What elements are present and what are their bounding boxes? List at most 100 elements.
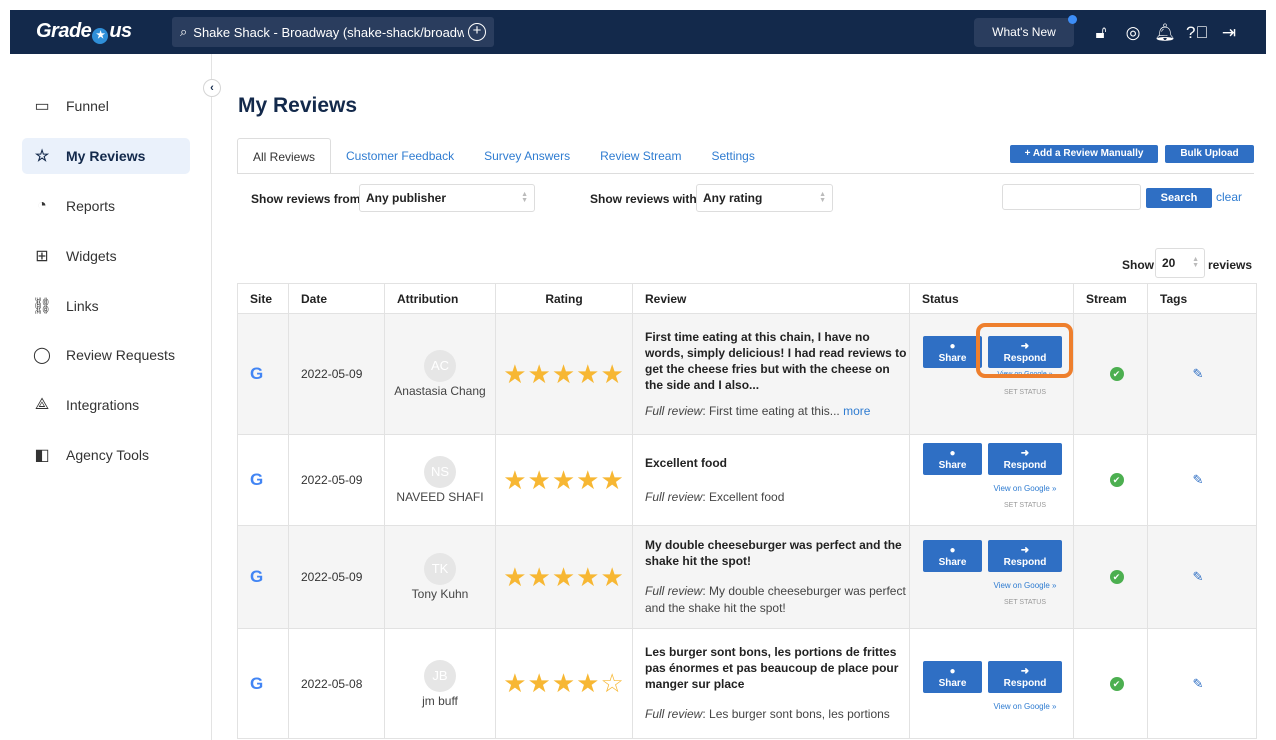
sidebar-item-label: Review Requests [66,347,175,363]
sidebar-item-label: Links [66,298,99,314]
sidebar-item-integrations[interactable]: ⟁ Integrations [22,387,190,423]
review-date: 2022-05-09 [301,570,363,584]
header-stream[interactable]: Stream [1073,283,1148,314]
respond-button[interactable]: ➜ Respond [988,661,1062,693]
respond-button[interactable]: ➜ Respond [988,443,1062,475]
google-icon: G [250,364,264,383]
status-cell: ● Share ➜ Respond View on Google » [909,628,1074,739]
publisher-select[interactable]: Any publisher ▲ ▼ [359,184,535,212]
business-selector[interactable]: ⌕ Shake Shack - Broadway (shake-shack/br… [172,17,494,47]
header-status[interactable]: Status [909,283,1074,314]
unlock-icon[interactable]: 🔓︎ [1090,22,1112,44]
top-icons: 🔓︎ ◎ 🔔︎ ?⃝ ⇥ [1090,22,1240,44]
review-title: My double cheeseburger was perfect and t… [645,538,902,568]
search-icon: ⌕ [180,24,188,39]
header-tags[interactable]: Tags [1147,283,1257,314]
business-name: Shake Shack - Broadway (shake-shack/broa… [193,24,464,40]
tab-settings[interactable]: Settings [696,138,769,174]
bell-icon[interactable]: 🔔︎ [1154,22,1176,44]
sidebar-item-label: Funnel [66,98,109,114]
header-site[interactable]: Site [237,283,289,314]
help-icon[interactable]: ?⃝ [1186,22,1208,44]
sidebar-item-review-requests[interactable]: ◯ Review Requests [22,337,190,373]
share-button[interactable]: ● Share [923,661,982,693]
respond-button[interactable]: ➜ Respond [988,540,1062,572]
set-status-link[interactable]: SET STATUS [988,502,1062,509]
avatar: NS [424,456,456,488]
sidebar-item-agency-tools[interactable]: ◧ Agency Tools [22,437,190,473]
reviewer-name: Anastasia Chang [394,384,486,398]
stream-check-icon: ✔ [1109,367,1124,381]
integrations-icon: ⟁ [34,396,50,413]
select-arrows-icon: ▲ ▼ [521,191,528,204]
rating-select[interactable]: Any rating ▲ ▼ [696,184,833,212]
view-on-google-link[interactable]: View on Google » [988,702,1062,711]
share-button[interactable]: ● Share [923,443,982,475]
add-business-icon[interactable]: + [468,23,486,41]
tab-all-reviews[interactable]: All Reviews [237,138,332,174]
sidebar-item-links[interactable]: ⛓︎ Links [22,288,190,324]
gradeus-logo[interactable]: Grade ★ us [10,20,172,44]
add-review-manually-button[interactable]: + Add a Review Manually [1010,145,1158,163]
review-text: Excellent food Full review: Excellent fo… [632,434,910,526]
header-date[interactable]: Date [288,283,385,314]
review-text: Les burger sont bons, les portions de fr… [632,628,910,739]
sidebar-item-label: Reports [66,198,116,214]
review-attribution: AC Anastasia Chang [384,313,496,435]
view-on-google-link[interactable]: View on Google » [988,581,1062,590]
sidebar-item-reports[interactable]: ◔ Reports [22,188,190,224]
share-button[interactable]: ● Share [923,336,982,368]
select-arrows-icon: ▲ ▼ [1192,256,1199,269]
whats-new-button[interactable]: What's New [974,15,1077,47]
sidebar-item-funnel[interactable]: ▭ Funnel [22,88,190,124]
collapse-sidebar-icon[interactable]: ‹ [203,79,221,97]
logo-star-icon: ★ [92,28,109,44]
sidebar-item-widgets[interactable]: ⊞ Widgets [22,238,190,274]
full-review: Full review: My double cheeseburger was … [645,584,906,615]
set-status-link[interactable]: SET STATUS [988,599,1062,606]
edit-tags-icon[interactable]: ✎ [1140,569,1256,585]
review-attribution: NS NAVEED SHAFI [384,434,496,526]
header-review[interactable]: Review [632,283,910,314]
header-rating[interactable]: Rating [495,283,633,314]
clock-icon: ● [949,666,956,677]
bulk-upload-button[interactable]: Bulk Upload [1165,145,1254,163]
table-row: G 2022-05-08 JB jm buff ★★★★☆ Les burger… [237,628,1257,739]
set-status-link[interactable]: SET STATUS [988,389,1062,396]
arrow-circle-icon: ➜ [1020,666,1030,677]
edit-tags-icon[interactable]: ✎ [1140,472,1256,488]
clear-link[interactable]: clear [1216,190,1242,204]
reviews-label: reviews [1208,258,1253,272]
star-rating: ★★★★★ [495,313,633,435]
star-icon: ★★★★★ [503,561,625,592]
select-arrows-icon: ▲ ▼ [819,191,826,204]
view-on-google-link[interactable]: View on Google » [988,484,1062,493]
user-account-icon[interactable]: ◎ [1122,22,1144,44]
edit-tags-icon[interactable]: ✎ [1140,676,1256,692]
review-text: My double cheeseburger was perfect and t… [632,525,910,629]
header-attribution[interactable]: Attribution [384,283,496,314]
stream-check-icon: ✔ [1109,570,1124,584]
more-link[interactable]: more [843,404,870,418]
review-attribution: JB jm buff [384,628,496,739]
review-text: First time eating at this chain, I have … [632,313,910,435]
search-input[interactable] [1002,184,1141,210]
star-rating: ★★★★★ [495,434,633,526]
reviewer-name: Tony Kuhn [411,587,469,601]
logout-icon[interactable]: ⇥ [1218,22,1240,44]
edit-tags-icon[interactable]: ✎ [1140,366,1256,382]
search-button[interactable]: Search [1146,188,1212,208]
sidebar-item-my-reviews[interactable]: ☆ My Reviews [22,138,190,174]
briefcase-icon: ◧ [34,447,50,464]
page-size-select[interactable]: 20 ▲ ▼ [1155,248,1205,278]
tab-customer-feedback[interactable]: Customer Feedback [331,138,469,174]
tab-survey-answers[interactable]: Survey Answers [469,138,585,174]
share-button[interactable]: ● Share [923,540,982,572]
reviews-table: Site Date Attribution Rating Review Stat… [237,283,1257,739]
review-attribution: TK Tony Kuhn [384,525,496,629]
arrow-circle-icon: ➜ [1020,545,1030,556]
tab-review-stream[interactable]: Review Stream [585,138,696,174]
reviewer-name: NAVEED SHAFI [396,490,484,504]
review-title: Excellent food [645,455,728,470]
star-outline-icon: ☆ [34,148,50,165]
